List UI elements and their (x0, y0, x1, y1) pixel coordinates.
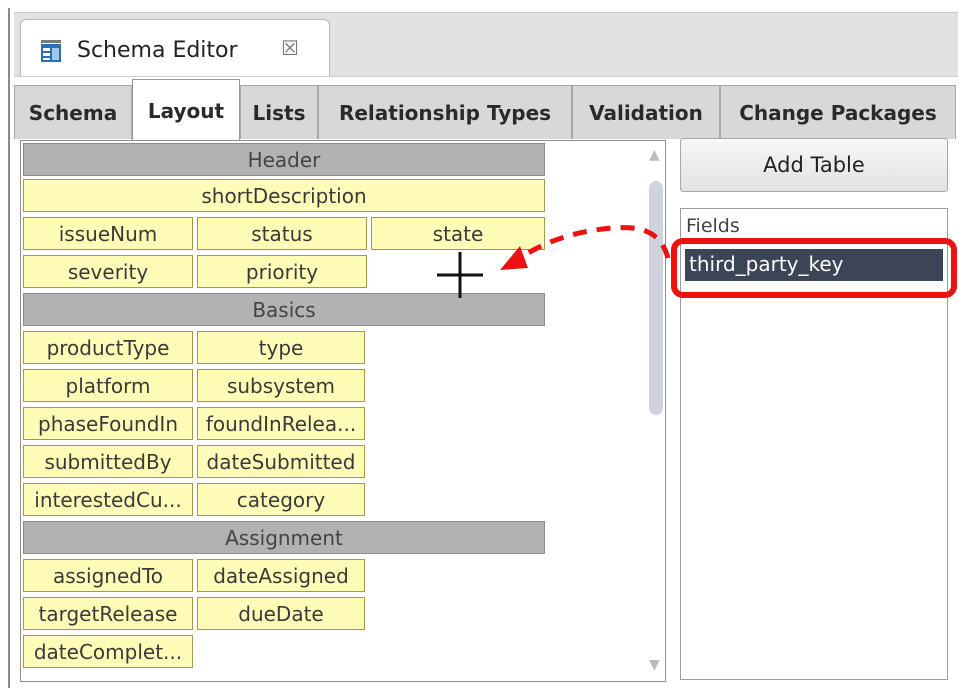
tab-lists[interactable]: Lists (240, 85, 318, 139)
schema-editor-icon (41, 40, 61, 62)
tab-validation-label: Validation (589, 100, 703, 125)
section-assignment[interactable]: Assignment (23, 521, 545, 554)
field-cell-phaseFoundIn[interactable]: phaseFoundIn (23, 407, 193, 440)
field-cell-dateSubmitted[interactable]: dateSubmitted (197, 445, 365, 478)
field-cell-dateAssigned[interactable]: dateAssigned (197, 559, 365, 592)
add-table-button[interactable]: Add Table (680, 138, 948, 192)
field-cell-foundInRelease[interactable]: foundInRelea... (197, 407, 365, 440)
scrollbar-thumb[interactable] (649, 181, 663, 415)
section-basics[interactable]: Basics (23, 293, 545, 326)
editor-tab-schema-editor[interactable]: Schema Editor ☒ (20, 19, 330, 79)
field-cell-dueDate[interactable]: dueDate (197, 597, 365, 630)
editor-tab-title: Schema Editor (77, 38, 238, 63)
tab-schema-label: Schema (28, 100, 118, 125)
field-cell-type[interactable]: type (197, 331, 365, 364)
section-header[interactable]: Header (23, 143, 545, 176)
tab-change-packages[interactable]: Change Packages (720, 85, 956, 139)
field-cell-status[interactable]: status (197, 217, 367, 250)
editor-tab-strip: Schema Editor ☒ (14, 12, 958, 79)
tab-layout[interactable]: Layout (132, 79, 240, 141)
field-cell-submittedBy[interactable]: submittedBy (23, 445, 193, 478)
field-cell-state[interactable]: state (371, 217, 545, 250)
editor-tabs: Schema Layout Lists Relationship Types V… (14, 76, 958, 141)
tab-validation[interactable]: Validation (572, 85, 720, 139)
scroll-up-icon[interactable]: ▲ (649, 147, 660, 163)
layout-grid-panel: Header shortDescription issueNum status … (20, 140, 666, 682)
field-cell-issueNum[interactable]: issueNum (23, 217, 193, 250)
field-cell-subsystem[interactable]: subsystem (197, 369, 365, 402)
annotation-highlight-box (671, 238, 957, 298)
field-cell-productType[interactable]: productType (23, 331, 193, 364)
field-cell-shortDescription[interactable]: shortDescription (23, 179, 545, 212)
field-cell-targetRelease[interactable]: targetRelease (23, 597, 193, 630)
field-cell-platform[interactable]: platform (23, 369, 193, 402)
tab-relationship-types-label: Relationship Types (338, 100, 552, 125)
close-tab-icon[interactable]: ☒ (281, 36, 299, 60)
field-cell-dateCompleted[interactable]: dateComplet... (23, 635, 193, 668)
scroll-down-icon[interactable]: ▼ (649, 657, 660, 673)
field-cell-severity[interactable]: severity (23, 255, 193, 288)
layout-vertical-scrollbar[interactable]: ▲ ▼ (645, 147, 667, 677)
tab-schema[interactable]: Schema (14, 85, 132, 139)
field-cell-priority[interactable]: priority (197, 255, 367, 288)
add-table-label: Add Table (763, 153, 865, 177)
field-cell-interestedCustomers[interactable]: interestedCu... (23, 483, 193, 516)
tab-change-packages-label: Change Packages (739, 100, 937, 125)
field-cell-assignedTo[interactable]: assignedTo (23, 559, 193, 592)
fields-header: Fields (681, 209, 947, 239)
field-cell-category[interactable]: category (197, 483, 365, 516)
tab-lists-label: Lists (252, 100, 306, 125)
tab-relationship-types[interactable]: Relationship Types (318, 85, 572, 139)
tab-layout-label: Layout (147, 98, 225, 123)
